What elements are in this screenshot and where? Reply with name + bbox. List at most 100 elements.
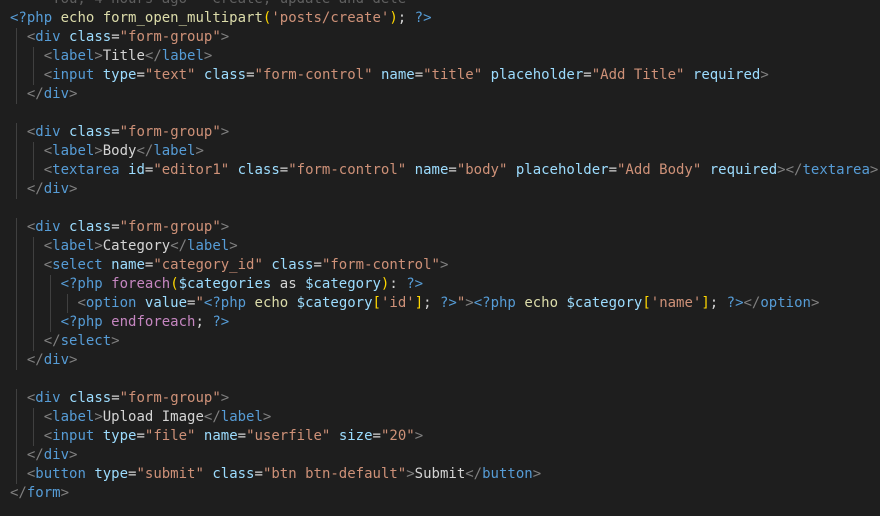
code-line[interactable]: <?php foreach($categories as $category):… xyxy=(10,275,878,294)
code-token-paren: [ xyxy=(372,295,381,311)
indent-guide xyxy=(16,275,17,294)
code-line[interactable]: </div> xyxy=(10,446,878,465)
code-token-bracket: > xyxy=(406,466,415,482)
code-line[interactable]: <label>Category</label> xyxy=(10,237,878,256)
code-token-php: <?php xyxy=(10,10,53,26)
code-content[interactable]: You, 4 hours ago • Create, update and de… xyxy=(10,0,878,503)
code-token-bracket: </ xyxy=(10,485,27,501)
code-token-bracket: > xyxy=(465,295,474,311)
code-token-tag: label xyxy=(161,48,204,64)
code-token-tag: textarea xyxy=(52,162,120,178)
code-token-text: Title xyxy=(102,48,145,64)
code-token-str: "form-group" xyxy=(119,124,221,140)
code-token-bracket: </ xyxy=(144,48,162,64)
code-token-var: $category xyxy=(296,295,373,311)
indent-guide xyxy=(16,218,17,237)
code-token-tag: div xyxy=(35,124,61,140)
code-token-attr: class xyxy=(271,257,314,273)
code-token-eq: = xyxy=(608,162,617,178)
code-line[interactable]: <input type="text" class="form-control" … xyxy=(10,66,878,85)
code-token-punct: : xyxy=(389,276,407,292)
indent-guide xyxy=(32,256,34,275)
code-token-str: "form-group" xyxy=(119,390,221,406)
code-token-tag: label xyxy=(187,238,230,254)
code-line[interactable]: </select> xyxy=(10,332,878,351)
indent-guide xyxy=(16,465,17,484)
code-line[interactable]: </div> xyxy=(10,351,878,370)
code-token-bracket: > xyxy=(760,67,769,83)
code-line[interactable]: <div class="form-group"> xyxy=(10,28,878,47)
code-line[interactable]: <label>Body</label> xyxy=(10,142,878,161)
code-line[interactable] xyxy=(10,104,878,123)
code-token-eq: = xyxy=(279,162,289,178)
code-line[interactable]: </div> xyxy=(10,85,878,104)
code-line[interactable] xyxy=(10,199,878,218)
code-token-bracket: </ xyxy=(203,409,221,425)
indent-guide xyxy=(16,161,17,180)
code-line[interactable]: <div class="form-group"> xyxy=(10,218,878,237)
code-token-bracket: < xyxy=(43,257,53,273)
code-token-bracket: > xyxy=(203,48,213,64)
code-token-punct: ; xyxy=(397,10,415,26)
code-line[interactable]: <div class="form-group"> xyxy=(10,123,878,142)
code-token-bracket: > xyxy=(220,124,230,140)
code-token-tag: div xyxy=(43,181,70,197)
code-token-eq: = xyxy=(237,428,247,444)
code-token-tag: form xyxy=(26,485,61,501)
indent-guide xyxy=(49,313,51,332)
code-token-text: Submit xyxy=(414,466,466,482)
code-editor[interactable]: You, 4 hours ago • Create, update and de… xyxy=(0,0,880,516)
code-line[interactable]: <div class="form-group"> xyxy=(10,389,878,408)
code-token-func: echo xyxy=(524,295,559,311)
code-line[interactable]: <?php endforeach; ?> xyxy=(10,313,878,332)
code-token-bracket: > xyxy=(94,48,103,64)
code-line[interactable]: </div> xyxy=(10,180,878,199)
code-token-bracket: > xyxy=(810,295,820,311)
code-token-attr: type xyxy=(94,466,129,482)
code-token-bracket: > xyxy=(94,238,103,254)
code-token-str: "category_id" xyxy=(153,257,263,273)
code-token-str: 'id' xyxy=(380,295,415,311)
code-line[interactable]: <textarea id="editor1" class="form-contr… xyxy=(10,161,878,180)
code-line[interactable] xyxy=(10,370,878,389)
code-token-bracket: > xyxy=(94,143,103,159)
code-line[interactable]: <label>Upload Image</label> xyxy=(10,408,878,427)
code-token-bracket: </ xyxy=(26,86,44,102)
code-line[interactable]: <option value="<?php echo $category['id'… xyxy=(10,294,878,313)
code-token-bracket: </ xyxy=(170,238,188,254)
code-token-paren: ( xyxy=(170,276,179,292)
code-line[interactable]: <button type="submit" class="btn btn-def… xyxy=(10,465,878,484)
code-token-tag: div xyxy=(43,447,70,463)
code-token-tag: button xyxy=(482,466,533,482)
code-token-eq: = xyxy=(372,428,381,444)
code-line[interactable]: <?php echo form_open_multipart('posts/cr… xyxy=(10,9,878,28)
code-token-eq: = xyxy=(414,67,424,83)
code-line[interactable]: <input type="file" name="userfile" size=… xyxy=(10,427,878,446)
indent-guide xyxy=(32,332,34,351)
code-line[interactable]: <label>Title</label> xyxy=(10,47,878,66)
code-token-plain: as xyxy=(271,276,306,292)
indent-guide xyxy=(32,66,34,85)
code-token-str: 'name' xyxy=(650,295,702,311)
code-token-eq: = xyxy=(254,466,263,482)
code-token-attr: id xyxy=(128,162,145,178)
code-line[interactable]: </form> xyxy=(10,484,878,503)
code-line[interactable]: <select name="category_id" class="form-c… xyxy=(10,256,878,275)
blame-annotation-line[interactable]: You, 4 hours ago • Create, update and de… xyxy=(10,0,878,9)
code-token-str: "btn btn-default" xyxy=(262,466,407,482)
code-token-bracket: > xyxy=(220,219,230,235)
code-token-eq: = xyxy=(246,67,255,83)
